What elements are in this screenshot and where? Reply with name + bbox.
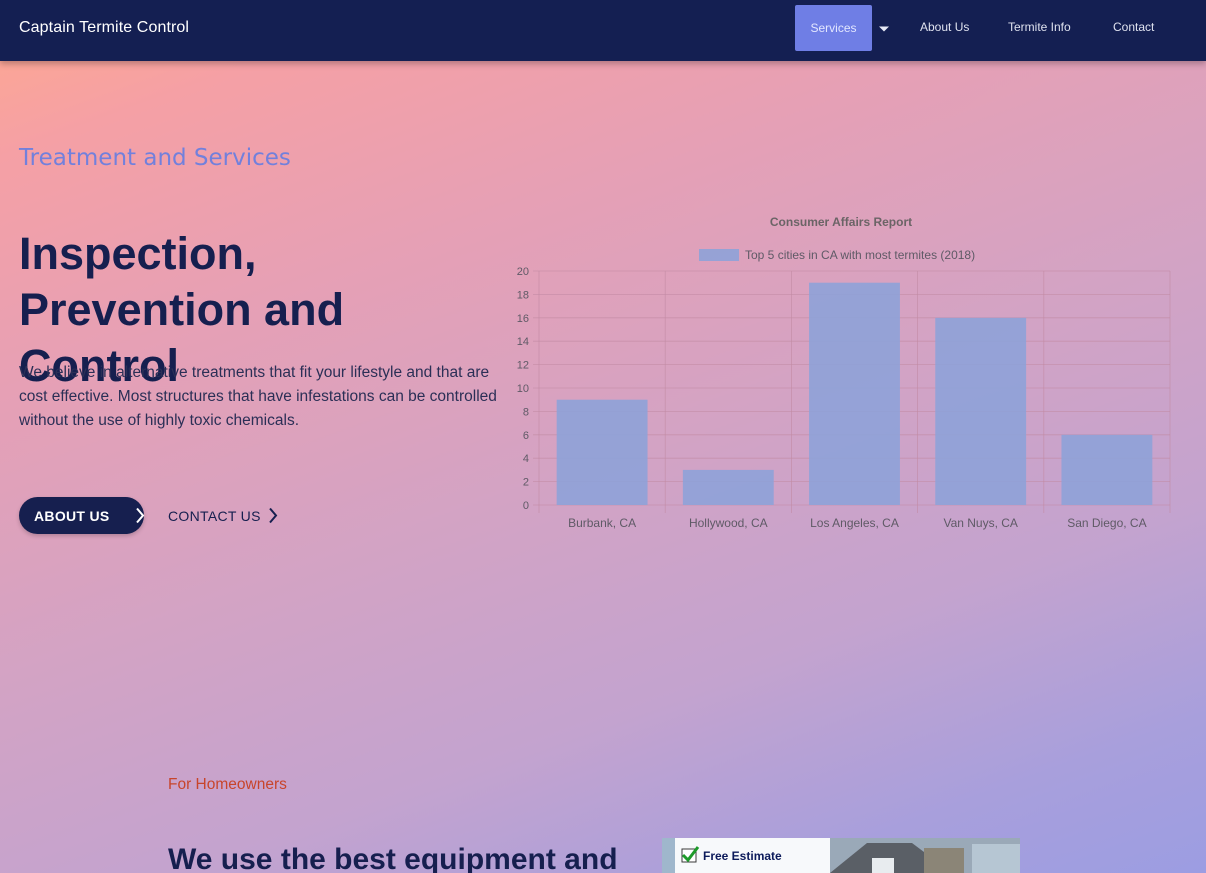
y-tick-label: 16: [517, 313, 529, 325]
y-tick-label: 20: [517, 266, 529, 278]
y-tick-label: 18: [517, 289, 529, 301]
bar-3: [935, 317, 1027, 505]
legend-label: Top 5 cities in CA with most termites (2…: [745, 248, 975, 262]
nav-item-termite-info[interactable]: Termite Info: [1008, 20, 1071, 34]
chevron-right-icon: [269, 507, 278, 524]
bar-4: [1061, 434, 1153, 505]
x-tick-label: Van Nuys, CA: [943, 516, 1017, 530]
top-navbar: Captain Termite Control Services About U…: [0, 0, 1206, 61]
y-tick-label: 10: [517, 383, 529, 395]
free-estimate-image: Free Estimate: [662, 838, 1020, 873]
x-tick-label: Burbank, CA: [568, 516, 636, 530]
x-tick-label: Hollywood, CA: [689, 516, 768, 530]
bar-0: [556, 399, 648, 505]
nav-item-about-us[interactable]: About Us: [920, 20, 969, 34]
y-tick-label: 4: [523, 453, 529, 465]
house-photo: Free Estimate: [662, 838, 1020, 873]
about-us-button[interactable]: ABOUT US: [19, 497, 145, 534]
y-tick-label: 14: [517, 336, 529, 348]
chevron-down-icon[interactable]: [878, 25, 890, 33]
brand-name[interactable]: Captain Termite Control: [19, 19, 189, 37]
contact-us-button[interactable]: CONTACT US: [168, 497, 278, 534]
termite-bar-chart: Consumer Affairs Report Top 5 cities in C…: [505, 205, 1185, 545]
x-tick-label: Los Angeles, CA: [810, 516, 899, 530]
y-tick-label: 0: [523, 500, 529, 512]
legend-swatch: [699, 249, 739, 261]
section-eyebrow: Treatment and Services: [19, 145, 291, 171]
nav-item-contact[interactable]: Contact: [1113, 20, 1154, 34]
hero-description: We believe in alternative treatments tha…: [19, 364, 497, 429]
nav-item-services[interactable]: Services: [795, 5, 872, 51]
bar-2: [809, 282, 900, 505]
about-us-button-label: ABOUT US: [34, 507, 110, 524]
chart-title: Consumer Affairs Report: [770, 215, 912, 229]
homeowners-eyebrow: For Homeowners: [168, 776, 287, 793]
contact-us-button-label: CONTACT US: [168, 507, 261, 524]
bar-1: [682, 469, 774, 505]
chevron-right-icon: [136, 507, 145, 524]
x-tick-label: San Diego, CA: [1067, 516, 1146, 530]
y-tick-label: 12: [517, 360, 529, 372]
chart-canvas: Consumer Affairs Report Top 5 cities in C…: [517, 215, 1171, 530]
homeowners-title: We use the best equipment and: [168, 843, 618, 873]
y-tick-label: 2: [523, 477, 529, 489]
free-estimate-label: Free Estimate: [703, 849, 782, 863]
y-tick-label: 8: [523, 406, 529, 418]
y-tick-label: 6: [523, 430, 529, 442]
